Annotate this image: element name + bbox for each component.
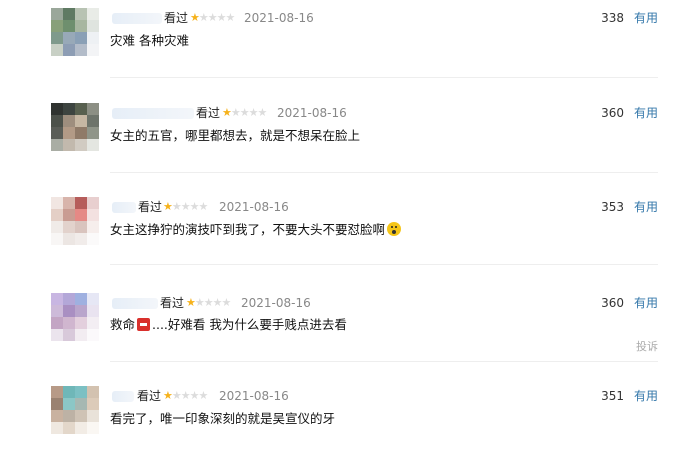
comment-text: 女主的五官，哪里都想去，就是不想呆在脸上: [110, 128, 361, 143]
comment-date: 2021-08-16: [244, 11, 314, 25]
useful-button[interactable]: 有用: [634, 388, 658, 404]
star-filled-icon: ★: [186, 296, 196, 309]
star-empty-icon: ★: [189, 200, 200, 213]
watched-status: 看过: [196, 106, 221, 120]
comment-text: 救命 ....好难看 我为什么要手贱点进去看: [110, 316, 347, 334]
star-empty-icon: ★: [257, 106, 268, 119]
comment-text-end: ....好难看 我为什么要手贱点进去看: [152, 317, 347, 332]
star-empty-icon: ★: [189, 389, 200, 402]
watched-status: 看过: [137, 389, 162, 403]
comment-date: 2021-08-16: [219, 389, 289, 403]
star-empty-icon: ★: [198, 389, 209, 402]
comment-date: 2021-08-16: [241, 296, 311, 310]
rating-stars: ★★★★★: [186, 295, 232, 311]
vote-count: 338: [601, 11, 624, 25]
watched-status: 看过: [160, 296, 185, 310]
vote-count: 351: [601, 389, 624, 403]
star-filled-icon: ★: [222, 106, 232, 119]
star-filled-icon: ★: [163, 200, 173, 213]
username[interactable]: [112, 202, 136, 213]
username[interactable]: [112, 108, 194, 119]
rating-stars: ★★★★★: [163, 199, 209, 215]
rating-stars: ★★★★★: [222, 105, 268, 121]
divider: [110, 172, 658, 173]
comment-date: 2021-08-16: [219, 200, 289, 214]
comment-text-content: 女主这挣狞的演技吓到我了，不要大头不要怼脸啊: [110, 222, 386, 237]
comment-item: 看过 ★★★★★ 2021-08-16 360 有用 救命 ....好难看 我为什…: [0, 283, 690, 378]
star-empty-icon: ★: [198, 200, 209, 213]
vote-count: 360: [601, 296, 624, 310]
comment-item: 看过 ★★★★★ 2021-08-16 360 有用 女主的五官，哪里都想去，就…: [0, 95, 690, 189]
useful-button[interactable]: 有用: [634, 199, 658, 215]
scream-emoji-icon: [387, 222, 402, 236]
username[interactable]: [112, 391, 134, 402]
useful-button[interactable]: 有用: [634, 295, 658, 311]
vote-count: 353: [601, 200, 624, 214]
comment-text-start: 救命: [110, 317, 136, 332]
star-empty-icon: ★: [221, 296, 232, 309]
comment-item: 看过 ★★★★★ 2021-08-16 338 有用 灾难 各种灾难: [0, 0, 690, 94]
avatar[interactable]: [51, 386, 99, 434]
star-empty-icon: ★: [194, 296, 205, 309]
divider: [110, 264, 658, 265]
star-empty-icon: ★: [180, 200, 191, 213]
comment-text: 灾难 各种灾难: [110, 33, 189, 48]
username[interactable]: [112, 13, 162, 24]
comment-date: 2021-08-16: [277, 106, 347, 120]
star-empty-icon: ★: [230, 106, 241, 119]
useful-button[interactable]: 有用: [634, 105, 658, 121]
star-empty-icon: ★: [171, 200, 182, 213]
username[interactable]: [112, 298, 158, 309]
rating-stars: ★★★★★: [190, 10, 236, 26]
vote-count: 360: [601, 106, 624, 120]
star-filled-icon: ★: [190, 11, 200, 24]
star-empty-icon: ★: [239, 106, 250, 119]
star-empty-icon: ★: [248, 106, 259, 119]
rating-stars: ★★★★★: [163, 388, 209, 404]
star-empty-icon: ★: [198, 11, 209, 24]
star-empty-icon: ★: [203, 296, 214, 309]
watched-status: 看过: [164, 11, 189, 25]
star-empty-icon: ★: [216, 11, 227, 24]
comment-item: 看过 ★★★★★ 2021-08-16 351 有用 看完了，唯一印象深刻的就是…: [0, 378, 690, 449]
avatar[interactable]: [51, 8, 99, 56]
comment-text: 看完了，唯一印象深刻的就是吴宣仪的牙: [110, 411, 336, 426]
star-empty-icon: ★: [225, 11, 236, 24]
star-filled-icon: ★: [163, 389, 173, 402]
divider: [110, 77, 658, 78]
star-empty-icon: ★: [207, 11, 218, 24]
report-button[interactable]: 投诉: [636, 338, 658, 354]
star-empty-icon: ★: [171, 389, 182, 402]
star-empty-icon: ★: [180, 389, 191, 402]
watched-status: 看过: [138, 200, 163, 214]
useful-button[interactable]: 有用: [634, 10, 658, 26]
avatar[interactable]: [51, 293, 99, 341]
comment-text: 女主这挣狞的演技吓到我了，不要大头不要怼脸啊: [110, 221, 402, 239]
divider: [110, 361, 658, 362]
star-empty-icon: ★: [212, 296, 223, 309]
comment-item: 看过 ★★★★★ 2021-08-16 353 有用 女主这挣狞的演技吓到我了，…: [0, 189, 690, 283]
red-emoji-icon: [137, 318, 151, 331]
avatar[interactable]: [51, 197, 99, 245]
avatar[interactable]: [51, 103, 99, 151]
